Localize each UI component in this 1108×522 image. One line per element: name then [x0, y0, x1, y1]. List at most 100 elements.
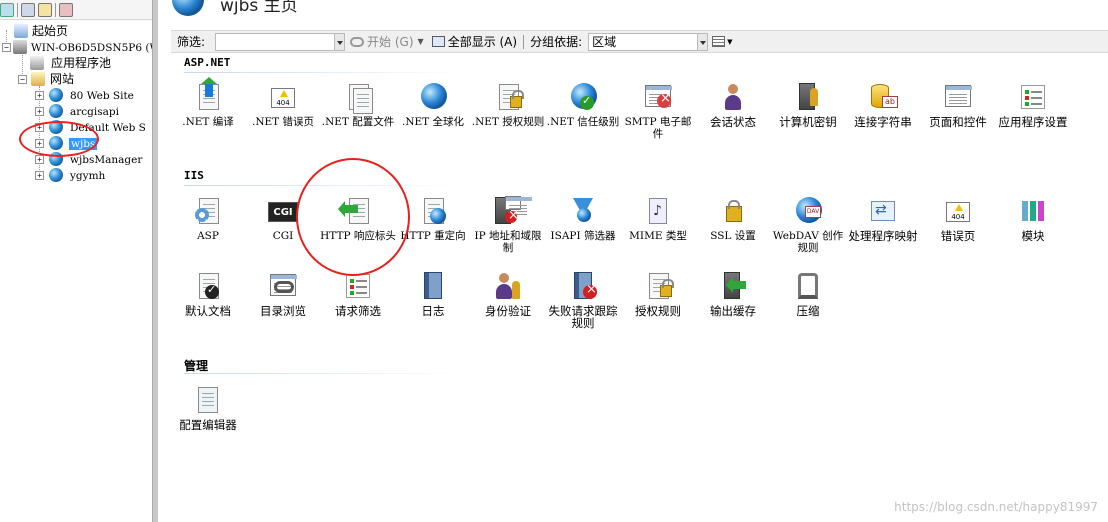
feature-tile[interactable]: .NET 信任级别: [545, 82, 621, 152]
feature-tile[interactable]: 默认文档: [170, 271, 246, 341]
feature-tile[interactable]: 压缩: [770, 271, 846, 341]
feature-tile-label: .NET 授权规则: [471, 116, 545, 128]
isapi-filters-icon-part: [577, 208, 591, 222]
site-globe-icon: [49, 104, 63, 118]
start-filter-button[interactable]: 开始 (G): [350, 33, 414, 50]
chevron-down-icon[interactable]: ▼: [418, 37, 424, 46]
feature-tile[interactable]: SMTP 电子邮件: [620, 82, 696, 152]
feature-tile[interactable]: 404 .NET 错误页: [245, 82, 321, 152]
ssl-settings-icon: [718, 196, 748, 226]
net-globalization-icon-part: [421, 83, 447, 109]
ip-domain-restrictions-icon-part: [505, 208, 519, 223]
feature-tile[interactable]: 页面和控件: [920, 82, 996, 152]
feature-tile[interactable]: 请求筛选: [320, 271, 396, 341]
session-state-icon: [718, 82, 748, 112]
configuration-editor-icon: [193, 385, 223, 415]
site-globe-icon: [172, 0, 204, 16]
asp-icon: [193, 196, 223, 226]
net-authorization-rules-icon-part: [510, 90, 524, 108]
feature-tile-label: 错误页: [940, 229, 976, 243]
connect-icon[interactable]: [0, 2, 14, 17]
feature-tile[interactable]: 404 错误页: [920, 196, 996, 266]
feature-tile-label: 目录浏览: [260, 304, 306, 318]
tree-item-site[interactable]: + 80 Web Site: [35, 87, 134, 103]
features-view: wjbs 主页 筛选: 开始 (G) ▼ 全部显示 (A) 分组依据: 区域 ▼: [158, 0, 1108, 522]
feature-tile-label: 处理程序映射: [848, 229, 918, 243]
pages-controls-icon: [943, 82, 973, 112]
feature-tile[interactable]: 日志: [395, 271, 471, 341]
feature-tile[interactable]: ab 连接字符串: [845, 82, 921, 152]
feature-tile[interactable]: .NET 全球化: [395, 82, 471, 152]
modules-icon-part: [1022, 201, 1044, 221]
feature-tile[interactable]: IP 地址和域限制: [470, 196, 546, 266]
tree-item-label: 80 Web Site: [70, 90, 134, 102]
expand-toggle[interactable]: +: [35, 91, 44, 100]
feature-tile[interactable]: .NET 授权规则: [470, 82, 546, 152]
http-redirect-icon: [418, 196, 448, 226]
group-by-dropdown-arrow[interactable]: [698, 32, 709, 51]
feature-tile[interactable]: 目录浏览: [245, 271, 321, 341]
feature-tile[interactable]: .NET 配置文件: [320, 82, 396, 152]
red-circle-annotation: [296, 158, 410, 276]
feature-tile[interactable]: ISAPI 筛选器: [545, 196, 621, 266]
tree-item-sites[interactable]: − 网站: [15, 71, 74, 87]
tree-item-site[interactable]: + ygymh: [35, 167, 105, 183]
request-filtering-icon-part: [346, 274, 370, 298]
view-mode-button[interactable]: ▼: [712, 34, 734, 50]
up-icon[interactable]: [38, 2, 52, 17]
default-document-icon-part: [205, 283, 219, 299]
feature-tile-label: 日志: [421, 304, 445, 318]
logging-icon-part: [424, 272, 442, 299]
watermark: https://blog.csdn.net/happy81997: [894, 500, 1098, 514]
filter-dropdown-arrow[interactable]: [335, 32, 346, 51]
tree-item-label: arcgisapi: [70, 106, 119, 118]
authentication-icon: [493, 271, 523, 301]
expand-toggle[interactable]: +: [35, 171, 44, 180]
feature-tile[interactable]: 计算机密钥: [770, 82, 846, 152]
sites-folder-icon: [31, 72, 45, 86]
feature-tile[interactable]: 配置编辑器: [170, 385, 246, 455]
tree-item-start-page[interactable]: 起始页: [14, 23, 68, 39]
feature-tile[interactable]: 应用程序设置: [995, 82, 1071, 152]
feature-tile-label: .NET 错误页: [251, 116, 315, 128]
isapi-filters-icon: [568, 196, 598, 226]
feature-tile[interactable]: 授权规则: [620, 271, 696, 341]
start-filter-label: 开始 (G): [367, 35, 414, 49]
tree-item-server[interactable]: − WIN-OB6D5DSN5P6 (WIN: [0, 39, 152, 55]
feature-tile[interactable]: 失败请求跟踪规则: [545, 271, 621, 341]
logging-icon: [418, 271, 448, 301]
feature-tile[interactable]: 模块: [995, 196, 1071, 266]
feature-tile[interactable]: 身份验证: [470, 271, 546, 341]
expand-toggle[interactable]: +: [35, 107, 44, 116]
collapse-toggle[interactable]: −: [18, 75, 27, 84]
feature-tile[interactable]: DAV WebDAV 创作规则: [770, 196, 846, 266]
feature-tile[interactable]: SSL 设置: [695, 196, 771, 266]
expand-toggle[interactable]: +: [35, 155, 44, 164]
feature-tile-label: MIME 类型: [629, 230, 687, 242]
chevron-down-icon: ▼: [727, 37, 733, 46]
feature-tile-label: .NET 编译: [182, 116, 234, 128]
filter-input[interactable]: [215, 32, 336, 51]
save-icon[interactable]: [21, 2, 35, 17]
net-compile-icon-part: [205, 83, 213, 97]
feature-tile-label: 页面和控件: [929, 115, 987, 129]
failed-request-tracing-icon: [568, 271, 598, 301]
collapse-toggle[interactable]: −: [2, 43, 11, 52]
feature-tile[interactable]: .NET 编译: [170, 82, 246, 152]
group-by-select[interactable]: 区域: [588, 32, 699, 51]
net-authorization-rules-icon: [493, 82, 524, 112]
show-all-button[interactable]: 全部显示 (A): [431, 33, 517, 50]
feature-tile[interactable]: 会话状态: [695, 82, 771, 152]
net-trust-levels-icon-part: [580, 94, 594, 110]
start-page-icon: [14, 24, 28, 38]
tree-item-app-pools[interactable]: 应用程序池: [30, 55, 111, 71]
disconnect-icon[interactable]: [59, 2, 73, 17]
feature-tile[interactable]: ASP: [170, 196, 246, 266]
tree-item-site[interactable]: + arcgisapi: [35, 103, 119, 119]
directory-browsing-icon-part: [274, 281, 294, 293]
feature-tile[interactable]: MIME 类型: [620, 196, 696, 266]
feature-tile[interactable]: 输出缓存: [695, 271, 771, 341]
feature-tile[interactable]: 处理程序映射: [845, 196, 921, 266]
cgi-icon: CGI: [268, 196, 298, 226]
feature-tile-label: 计算机密钥: [779, 115, 837, 129]
